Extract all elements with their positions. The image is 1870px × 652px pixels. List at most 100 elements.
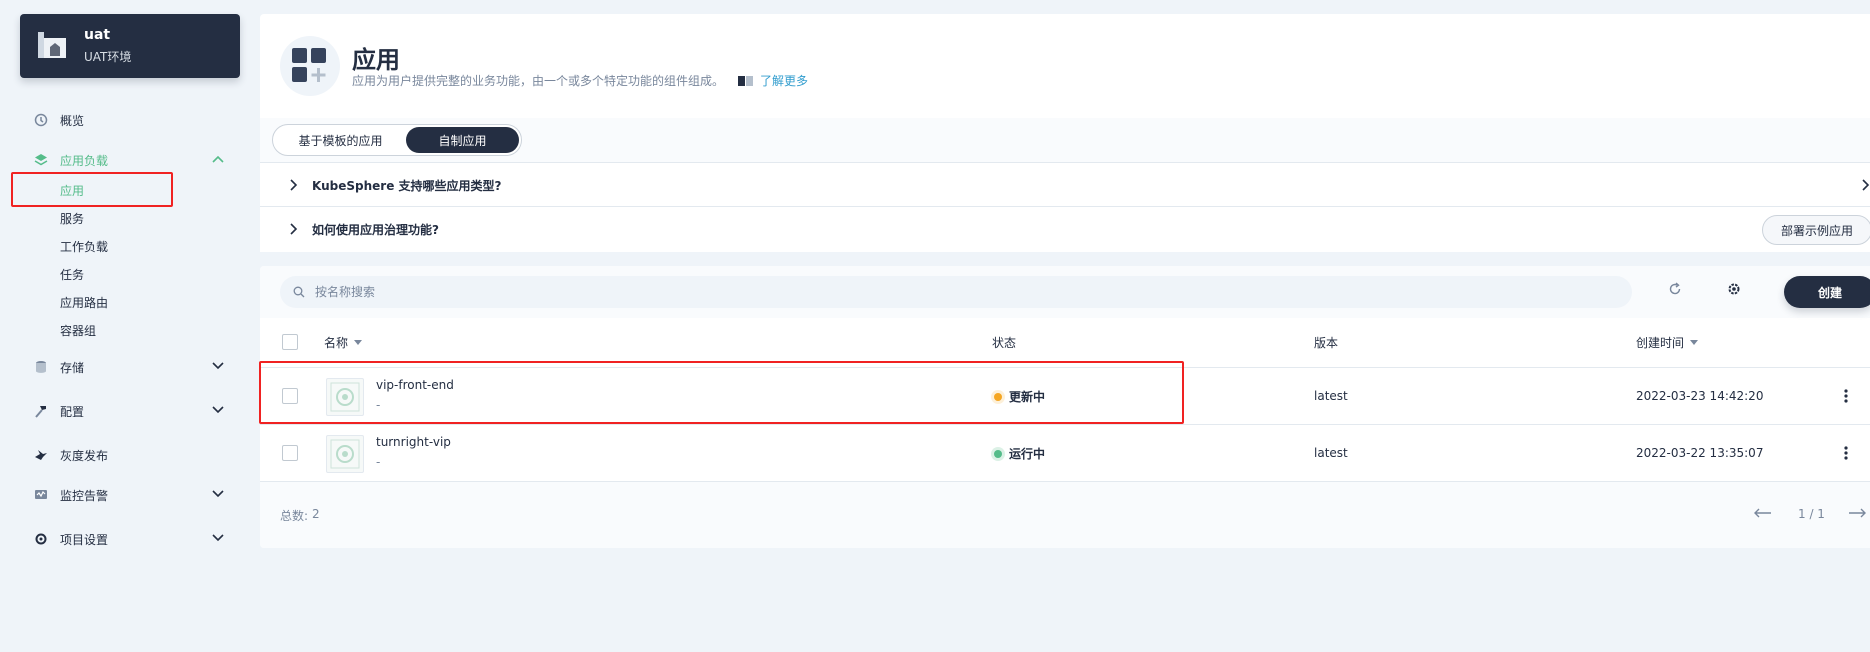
tab-template-apps[interactable]: 基于模板的应用 (275, 127, 406, 153)
layers-icon (34, 153, 48, 167)
nav-storage-label: 存储 (60, 361, 85, 375)
chevron-right-icon (290, 179, 298, 191)
total-label: 总数: (280, 509, 309, 523)
monitor-icon (34, 488, 48, 502)
apps-icon (280, 36, 340, 96)
nav-config-label: 配置 (60, 405, 85, 419)
deploy-sample-app-button[interactable]: 部署示例应用 (1762, 215, 1870, 245)
table-row[interactable]: vip-front-end - 更新中 latest 2022-03-23 14… (260, 368, 1870, 425)
page-header: 应用 应用为用户提供完整的业务功能，由一个或多个特定功能的组件组成。 了解更多 (260, 14, 1870, 118)
search-input[interactable] (315, 285, 1515, 299)
settings-gear-icon[interactable] (1727, 282, 1741, 296)
nav-monitoring[interactable]: 监控告警 (0, 481, 240, 509)
nav-overview[interactable]: 概览 (0, 106, 240, 134)
nav-storage[interactable]: 存储 (0, 353, 240, 381)
status-dot (994, 449, 1002, 458)
sidebar-item-apps[interactable]: 应用 (0, 177, 240, 203)
app-name-link[interactable]: vip-front-end (376, 378, 454, 392)
project-card[interactable]: uat UAT环境 (20, 14, 240, 78)
nav-grayscale-label: 灰度发布 (60, 449, 109, 463)
table-header: 名称 状态 版本 创建时间 (260, 318, 1870, 368)
nav-overview-label: 概览 (60, 114, 85, 128)
app-description: - (376, 455, 381, 469)
chevron-down-icon[interactable] (212, 534, 224, 542)
faq-question: KubeSphere 支持哪些应用类型? (312, 179, 502, 193)
chevron-down-icon[interactable] (212, 490, 224, 498)
dashboard-icon (34, 113, 48, 127)
project-subtitle: UAT环境 (84, 50, 132, 64)
sidebar-item-label: 应用 (60, 184, 85, 198)
column-label: 状态 (992, 336, 1017, 350)
faq-question: 如何使用应用治理功能? (312, 223, 439, 237)
search-icon (293, 286, 305, 298)
search-bar[interactable] (280, 276, 1632, 308)
status-dot (994, 392, 1002, 401)
gear-icon (34, 532, 48, 546)
faq-app-types[interactable]: KubeSphere 支持哪些应用类型? (260, 162, 1870, 206)
sidebar-item-jobs[interactable]: 任务 (0, 261, 240, 287)
created-time: 2022-03-22 13:35:07 (1636, 446, 1764, 460)
pagination-text: 1 / 1 (1798, 507, 1825, 521)
row-checkbox[interactable] (282, 388, 298, 404)
sidebar-item-workloads[interactable]: 工作负载 (0, 233, 240, 259)
sidebar-item-ingress[interactable]: 应用路由 (0, 289, 240, 315)
database-icon (34, 360, 48, 374)
nav-monitoring-label: 监控告警 (60, 489, 109, 503)
nav-workloads-label: 应用负载 (60, 154, 109, 168)
sidebar-item-pods[interactable]: 容器组 (0, 317, 240, 343)
app-logo-icon (326, 435, 364, 473)
page-title: 应用 (352, 46, 400, 74)
project-icon (36, 30, 68, 62)
sidebar-item-label: 应用路由 (60, 296, 109, 310)
version-text: latest (1314, 446, 1348, 460)
column-name[interactable]: 名称 (324, 334, 363, 351)
faq-app-governance[interactable]: 如何使用应用治理功能? 部署示例应用 (260, 206, 1870, 252)
nav-grayscale[interactable]: 灰度发布 (0, 441, 240, 469)
chevron-up-icon[interactable] (212, 155, 224, 163)
chevron-down-icon[interactable] (212, 406, 224, 414)
learn-more-link[interactable]: 了解更多 (738, 72, 808, 89)
version-text: latest (1314, 389, 1348, 403)
sidebar-item-label: 服务 (60, 212, 85, 226)
chevron-right-icon (290, 223, 298, 235)
nav-settings[interactable]: 项目设置 (0, 525, 240, 553)
created-time: 2022-03-23 14:42:20 (1636, 389, 1764, 403)
total-value: 2 (312, 507, 320, 521)
book-icon (738, 75, 754, 87)
sidebar-item-label: 容器组 (60, 324, 97, 338)
column-status: 状态 (992, 334, 1016, 351)
column-version: 版本 (1314, 334, 1338, 351)
app-table: 创建 名称 状态 版本 创建时间 vip-front-end - 更新中 lat… (260, 266, 1870, 548)
table-toolbar: 创建 (260, 266, 1870, 318)
refresh-icon[interactable] (1668, 282, 1682, 296)
chevron-down-icon[interactable] (212, 362, 224, 370)
status-badge: 更新中 (994, 388, 1045, 405)
app-name-link[interactable]: turnright-vip (376, 435, 451, 449)
select-all-checkbox[interactable] (282, 334, 298, 350)
row-checkbox[interactable] (282, 445, 298, 461)
sidebar-item-label: 任务 (60, 268, 85, 282)
nav-settings-label: 项目设置 (60, 533, 109, 547)
column-label: 创建时间 (1636, 336, 1685, 350)
table-footer: 总数: 2 1 / 1 (260, 482, 1870, 548)
total-count: 总数: 2 (280, 507, 320, 524)
app-description: - (376, 398, 381, 412)
status-text: 运行中 (1009, 447, 1046, 461)
column-label: 版本 (1314, 336, 1339, 350)
column-created[interactable]: 创建时间 (1636, 334, 1699, 351)
more-actions-icon[interactable] (1844, 445, 1848, 461)
table-row[interactable]: turnright-vip - 运行中 latest 2022-03-22 13… (260, 425, 1870, 482)
caret-down-icon (354, 340, 363, 345)
nav-config[interactable]: 配置 (0, 397, 240, 425)
app-logo-icon (326, 378, 364, 416)
arrow-left-icon[interactable] (1754, 508, 1772, 518)
nav-workloads-group[interactable]: 应用负载 (0, 146, 240, 174)
tab-custom-apps[interactable]: 自制应用 (405, 127, 519, 153)
more-actions-icon[interactable] (1844, 388, 1848, 404)
sidebar-item-services[interactable]: 服务 (0, 205, 240, 231)
chevron-right-icon[interactable] (1862, 179, 1870, 191)
arrow-right-icon[interactable] (1848, 508, 1866, 518)
status-text: 更新中 (1009, 390, 1046, 404)
column-label: 名称 (324, 336, 349, 350)
create-button[interactable]: 创建 (1784, 276, 1870, 308)
